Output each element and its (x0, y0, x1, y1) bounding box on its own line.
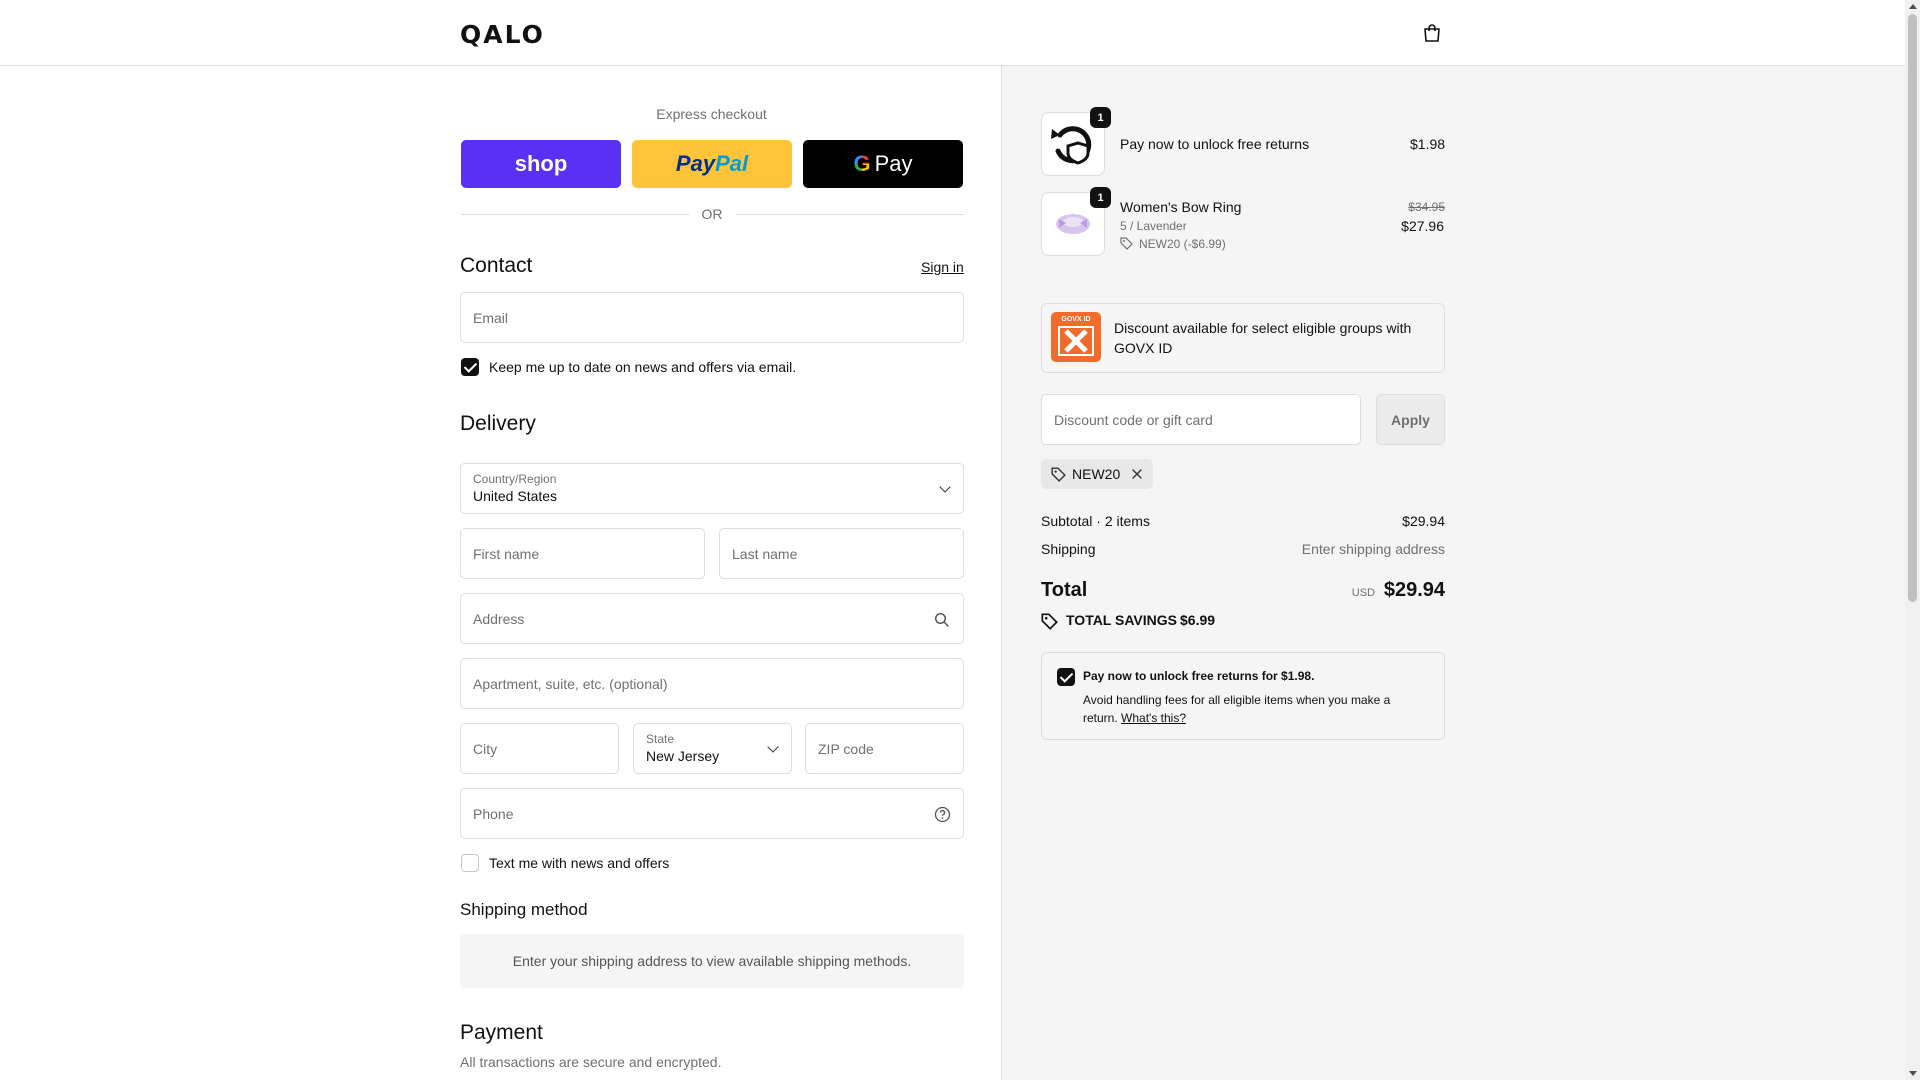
paypal-label-pal: Pal (715, 151, 749, 176)
scroll-up-arrow[interactable] (1909, 4, 1917, 9)
item-name: Pay now to unlock free returns (1120, 136, 1310, 152)
tag-icon (1051, 467, 1066, 482)
phone-field[interactable]: Phone (460, 788, 964, 839)
state-select[interactable]: State New Jersey (633, 723, 792, 774)
state-value: New Jersey (646, 748, 720, 764)
shop-pay-button[interactable]: shop (461, 140, 621, 188)
email-placeholder: Email (473, 309, 509, 326)
google-pay-button[interactable]: G Pay (803, 140, 963, 188)
discount-code-placeholder: Discount code or gift card (1054, 411, 1213, 428)
paypal-button[interactable]: Pay Pal (632, 140, 792, 188)
last-name-field[interactable]: Last name (719, 528, 964, 579)
delivery-heading: Delivery (460, 412, 536, 435)
govx-logo: GOVX ID (1051, 312, 1101, 362)
shipping-label: Shipping (1041, 541, 1096, 557)
scrollbar-thumb[interactable] (1908, 14, 1917, 602)
close-icon[interactable] (1131, 468, 1143, 480)
zip-placeholder: ZIP code (818, 740, 874, 757)
country-select[interactable]: Country/Region United States (460, 463, 964, 514)
total-label: Total (1041, 579, 1088, 601)
city-placeholder: City (473, 740, 498, 757)
first-name-placeholder: First name (473, 545, 540, 562)
newsletter-label: Keep me up to date on news and offers vi… (489, 359, 797, 375)
tag-icon (1120, 237, 1133, 250)
total-value: $29.94 (1383, 579, 1445, 601)
payment-subtitle: All transactions are secure and encrypte… (460, 1054, 722, 1070)
paypal-label-pay: Pay (675, 151, 716, 176)
free-returns-title: Pay now to unlock free returns for $1.98… (1083, 669, 1315, 683)
payment-heading: Payment (460, 1021, 543, 1044)
free-returns-description: Avoid handling fees for all eligible ite… (1083, 691, 1428, 727)
last-name-placeholder: Last name (732, 545, 798, 562)
country-label: Country/Region (473, 472, 557, 486)
chevron-down-icon (767, 740, 779, 753)
item-name: Women's Bow Ring (1120, 199, 1242, 215)
address-placeholder: Address (473, 610, 525, 627)
item-quantity-badge: 1 (1090, 107, 1111, 128)
total-savings-value: $6.99 (1180, 612, 1216, 628)
brand-logo[interactable]: QALO (460, 20, 545, 49)
or-divider-right (736, 214, 964, 215)
item-price: $27.96 (1401, 218, 1444, 234)
sms-label: Text me with news and offers (489, 855, 670, 871)
item-discount: NEW20 (-$6.99) (1139, 237, 1226, 251)
google-g-icon: G (853, 151, 871, 176)
applied-discount-code: NEW20 (1072, 466, 1121, 482)
subtotal-label: Subtotal · 2 items (1041, 513, 1150, 529)
scroll-down-arrow[interactable] (1909, 1071, 1917, 1076)
country-value: United States (473, 488, 558, 504)
total-savings-label: TOTAL SAVINGS (1066, 612, 1177, 628)
google-pay-label: Pay (874, 151, 913, 176)
help-icon[interactable] (934, 806, 951, 823)
shop-pay-label: shop (514, 151, 568, 176)
sign-in-link[interactable]: Sign in (921, 259, 964, 275)
or-divider-left (461, 214, 689, 215)
subtotal-value: $29.94 (1402, 513, 1445, 529)
whats-this-link[interactable]: What's this? (1121, 711, 1186, 725)
apply-button[interactable]: Apply (1376, 394, 1445, 445)
address-field[interactable]: Address (460, 593, 964, 644)
item-variant: 5 / Lavender (1120, 219, 1187, 233)
state-label: State (646, 732, 675, 746)
item-quantity-badge: 1 (1090, 187, 1111, 208)
or-divider-text: OR (701, 206, 723, 222)
search-icon (934, 612, 949, 627)
sms-checkbox[interactable] (461, 854, 479, 872)
item-price: $1.98 (1410, 136, 1446, 152)
govx-text: Discount available for select eligible g… (1114, 320, 1412, 356)
chevron-down-icon (939, 480, 951, 493)
first-name-field[interactable]: First name (460, 528, 705, 579)
shipping-method-heading: Shipping method (460, 900, 588, 919)
site-header: QALO (0, 0, 1905, 66)
item-original-price: $34.95 (1408, 200, 1445, 214)
tag-icon (1041, 613, 1058, 630)
discount-code-field[interactable]: Discount code or gift card (1041, 394, 1361, 445)
zip-field[interactable]: ZIP code (805, 723, 964, 774)
newsletter-checkbox[interactable] (461, 358, 479, 376)
page-scrollbar[interactable] (1905, 0, 1920, 1080)
city-field[interactable]: City (460, 723, 619, 774)
phone-placeholder: Phone (473, 805, 514, 822)
email-field[interactable]: Email (460, 292, 964, 343)
contact-heading: Contact (460, 254, 533, 277)
free-returns-checkbox[interactable] (1057, 668, 1075, 686)
shipping-value: Enter shipping address (1301, 541, 1445, 557)
currency-code: USD (1351, 587, 1375, 599)
govx-logo-text: GOVX ID (1061, 316, 1091, 323)
shopping-bag-icon[interactable] (1421, 22, 1443, 44)
apartment-field[interactable]: Apartment, suite, etc. (optional) (460, 658, 964, 709)
apartment-placeholder: Apartment, suite, etc. (optional) (473, 675, 668, 692)
shipping-method-notice: Enter your shipping address to view avai… (460, 934, 964, 988)
express-checkout-label: Express checkout (656, 106, 767, 122)
